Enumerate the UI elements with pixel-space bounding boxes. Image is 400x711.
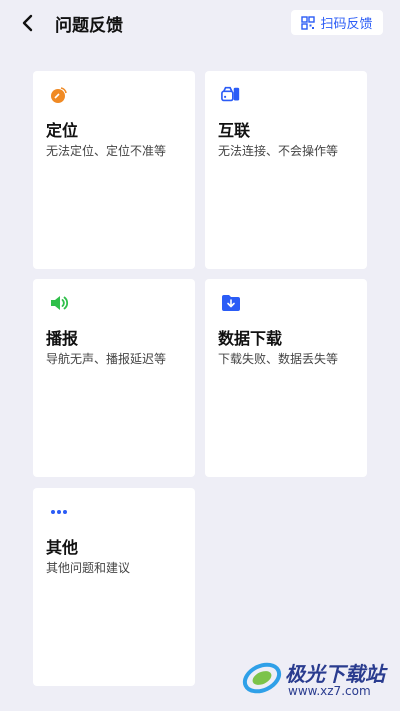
feedback-card-download[interactable]: 数据下载 下载失败、数据丢失等 (205, 279, 367, 477)
car-phone-icon (221, 86, 240, 102)
folder-download-icon (222, 295, 240, 311)
card-description: 无法连接、不会操作等 (218, 144, 339, 158)
feedback-card-audio[interactable]: 播报 导航无声、播报延迟等 (33, 279, 195, 477)
scan-feedback-label: 扫码反馈 (320, 17, 373, 32)
watermark: 极光下载站 www.xz7.com (240, 650, 390, 705)
qr-scan-icon (301, 15, 316, 30)
feedback-card-location[interactable]: 定位 无法定位、定位不准等 (33, 71, 195, 269)
satellite-icon (51, 87, 67, 103)
feedback-page: 问题反馈 扫码反馈 定位 无法定位、定位不准等 互联 无法连接、不会操作等 播报… (0, 0, 400, 711)
card-title: 播报 (46, 329, 79, 348)
feedback-card-other[interactable]: 其他 其他问题和建议 (33, 488, 195, 686)
top-bar: 问题反馈 扫码反馈 (0, 0, 400, 44)
watermark-text: 极光下载站 (285, 662, 385, 686)
scan-feedback-button[interactable]: 扫码反馈 (291, 10, 383, 35)
card-title: 其他 (46, 538, 79, 557)
watermark-url: www.xz7.com (288, 684, 371, 698)
card-description: 导航无声、播报延迟等 (46, 352, 167, 366)
card-description: 其他问题和建议 (46, 561, 131, 575)
card-title: 数据下载 (218, 329, 283, 348)
chevron-left-icon (22, 14, 33, 32)
speaker-icon (51, 296, 69, 310)
card-description: 无法定位、定位不准等 (46, 144, 167, 158)
feedback-card-connect[interactable]: 互联 无法连接、不会操作等 (205, 71, 367, 269)
back-button[interactable] (16, 12, 38, 34)
card-description: 下载失败、数据丢失等 (218, 352, 339, 366)
card-title: 定位 (46, 121, 79, 140)
more-dots-icon (51, 510, 67, 514)
page-title: 问题反馈 (55, 16, 123, 36)
card-title: 互联 (218, 121, 251, 140)
watermark-logo-icon (242, 662, 282, 694)
